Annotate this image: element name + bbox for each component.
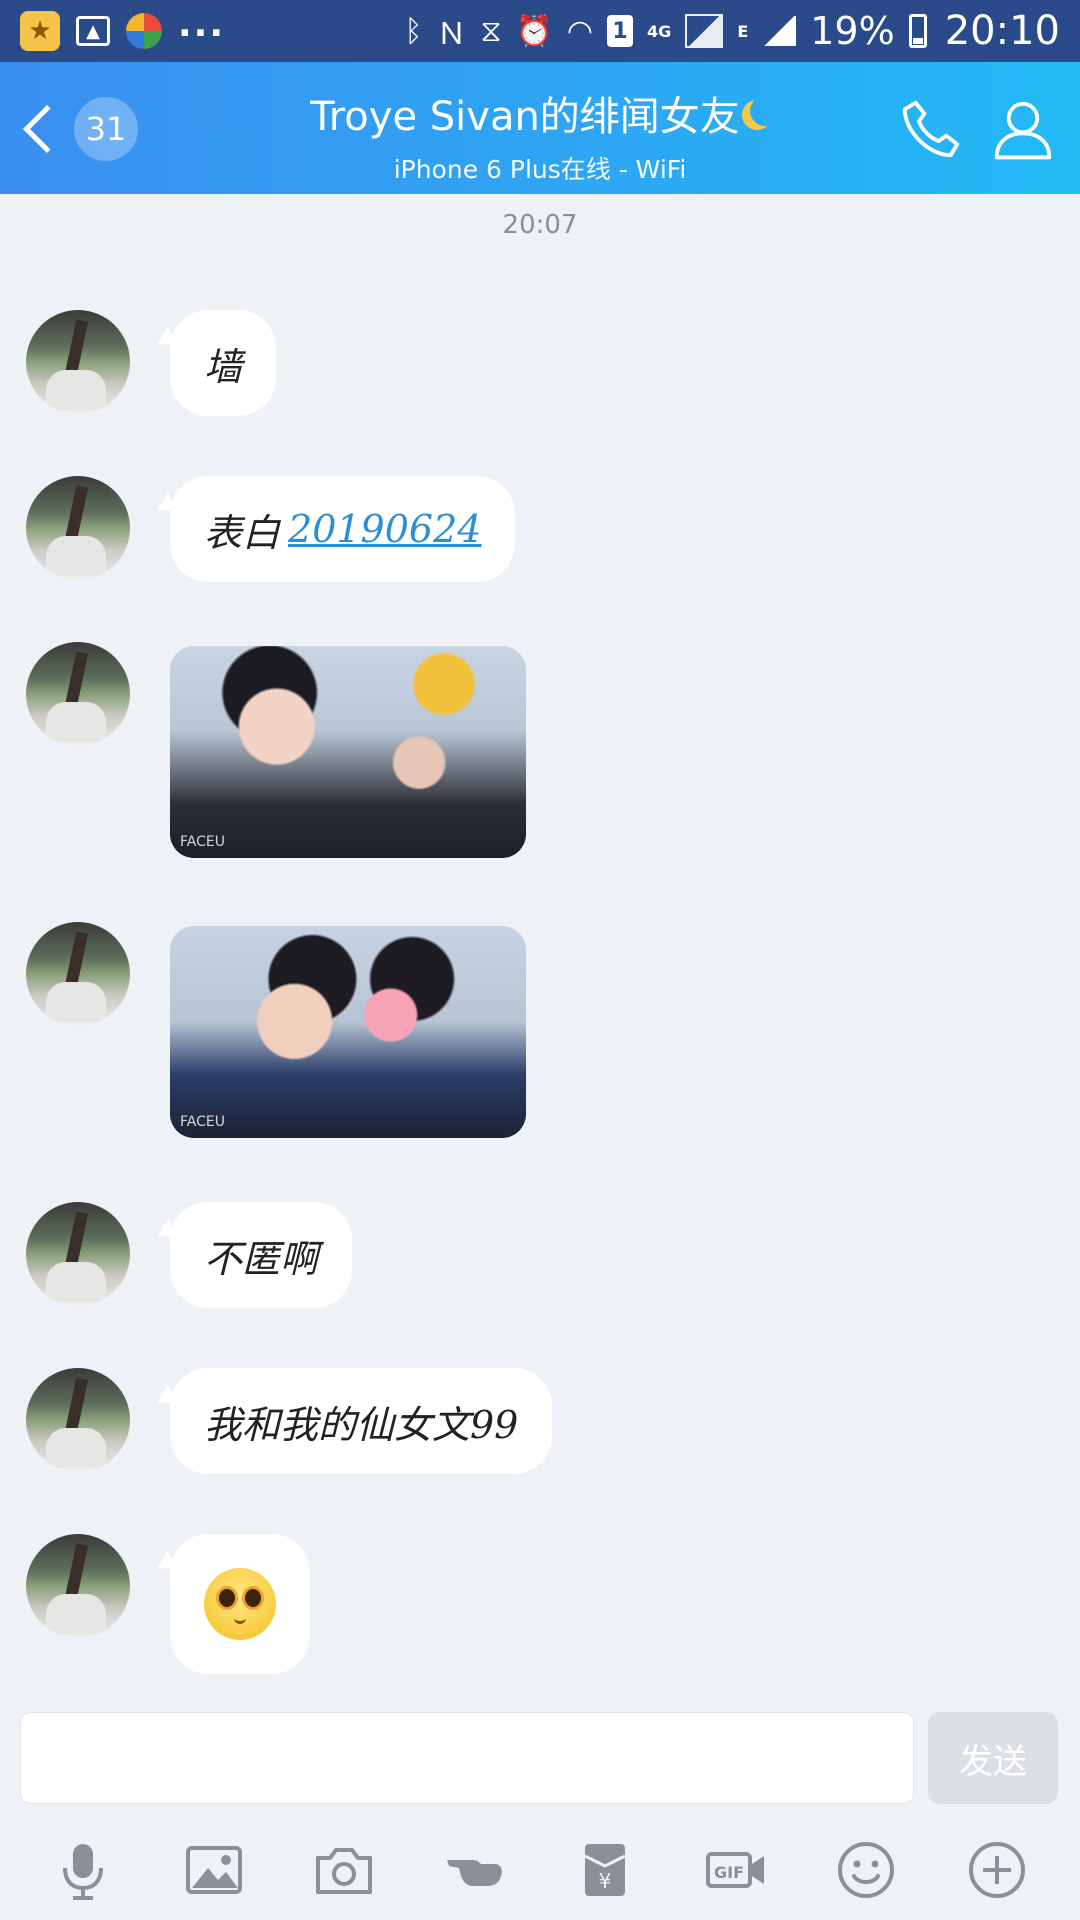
poke-button[interactable] bbox=[435, 1830, 515, 1910]
browser-notification-icon bbox=[126, 13, 162, 49]
network-4g-label: 4G bbox=[647, 21, 672, 41]
message-text: 我和我的仙女文99 bbox=[204, 1402, 519, 1447]
microphone-icon bbox=[63, 1844, 104, 1900]
poke-icon bbox=[446, 1860, 502, 1886]
signal-icon bbox=[685, 14, 724, 48]
message-link[interactable]: 20190624 bbox=[288, 507, 481, 551]
moon-icon bbox=[750, 96, 780, 126]
svg-text:¥: ¥ bbox=[599, 1869, 612, 1893]
avatar[interactable] bbox=[26, 1202, 130, 1306]
online-status: iPhone 6 Plus在线 - WiFi bbox=[393, 155, 687, 184]
call-button[interactable] bbox=[896, 94, 966, 164]
photo-picker-button[interactable] bbox=[174, 1830, 254, 1910]
photo-watermark: FACEU bbox=[180, 1114, 225, 1130]
bluetooth-icon: ᛒ bbox=[404, 13, 423, 49]
vibrate-icon: ⧖ bbox=[480, 13, 502, 49]
emoji-button[interactable] bbox=[826, 1830, 906, 1910]
message-text: 不匿啊 bbox=[204, 1236, 319, 1281]
red-packet-button[interactable]: ¥ bbox=[565, 1830, 645, 1910]
alarm-icon: ⏰ bbox=[515, 13, 553, 49]
wifi-icon: ◠ bbox=[566, 13, 594, 49]
message-timestamp: 20:07 bbox=[502, 210, 578, 240]
camera-icon bbox=[316, 1848, 373, 1894]
clock: 20:10 bbox=[944, 8, 1060, 54]
avatar[interactable] bbox=[26, 642, 130, 746]
emoji-icon bbox=[838, 1842, 895, 1898]
sim-icon: 1 bbox=[607, 15, 634, 47]
input-toolbar: ¥ GIF bbox=[0, 1820, 1080, 1920]
plus-icon bbox=[968, 1842, 1025, 1898]
message-text: 表白 bbox=[204, 510, 281, 555]
title-block[interactable]: Troye Sivan的绯闻女友 iPhone 6 Plus在线 - WiFi bbox=[200, 84, 880, 186]
input-bar: 发送 bbox=[0, 1700, 1080, 1820]
svg-text:GIF: GIF bbox=[714, 1863, 744, 1882]
status-bar: ★ ▲ ... ᛒ Ｎ ⧖ ⏰ ◠ 1 4G E 19% 20:10 bbox=[0, 0, 1080, 62]
chat-header: 31 Troye Sivan的绯闻女友 iPhone 6 Plus在线 - Wi… bbox=[0, 62, 1080, 194]
photo-message[interactable]: FACEU bbox=[170, 926, 526, 1138]
more-options-button[interactable] bbox=[957, 1830, 1037, 1910]
avatar[interactable] bbox=[26, 1368, 130, 1472]
person-icon bbox=[994, 101, 1052, 160]
avatar[interactable] bbox=[26, 1534, 130, 1638]
message-bubble[interactable]: 我和我的仙女文99 bbox=[170, 1368, 553, 1474]
more-notifications: ... bbox=[178, 3, 226, 45]
nfc-icon: Ｎ bbox=[436, 17, 467, 52]
gif-button[interactable]: GIF bbox=[696, 1830, 776, 1910]
chevron-left-icon bbox=[22, 104, 72, 154]
app-notification-icon: ★ bbox=[20, 11, 60, 51]
chat-title-text: Troye Sivan的绯闻女友 bbox=[310, 94, 740, 140]
image-icon bbox=[185, 1846, 242, 1894]
message-bubble[interactable]: 不匿啊 bbox=[170, 1202, 353, 1308]
shy-face-emoji-icon bbox=[204, 1568, 276, 1640]
unread-count-badge: 31 bbox=[74, 97, 138, 161]
avatar[interactable] bbox=[26, 310, 130, 414]
network-e-label: E bbox=[737, 21, 749, 41]
message-bubble[interactable]: 墙 bbox=[170, 310, 277, 416]
phone-icon bbox=[902, 100, 960, 158]
camera-button[interactable] bbox=[304, 1830, 384, 1910]
profile-button[interactable] bbox=[988, 94, 1058, 164]
photo-watermark: FACEU bbox=[180, 834, 225, 850]
battery-icon bbox=[908, 14, 927, 48]
emoji-message-bubble[interactable] bbox=[170, 1534, 310, 1674]
gif-icon: GIF bbox=[705, 1852, 764, 1888]
voice-button[interactable] bbox=[43, 1830, 123, 1910]
message-text: 墙 bbox=[204, 344, 243, 389]
back-button[interactable]: 31 bbox=[18, 96, 138, 162]
message-input[interactable] bbox=[20, 1712, 914, 1804]
avatar[interactable] bbox=[26, 922, 130, 1026]
message-bubble[interactable]: 表白 20190624 bbox=[170, 476, 516, 582]
signal-2-icon bbox=[762, 16, 797, 46]
chat-title: Troye Sivan的绯闻女友 bbox=[200, 84, 880, 142]
send-button[interactable]: 发送 bbox=[928, 1712, 1058, 1804]
gallery-notification-icon: ▲ bbox=[76, 16, 110, 46]
photo-message[interactable]: FACEU bbox=[170, 646, 526, 858]
avatar[interactable] bbox=[26, 476, 130, 580]
red-packet-icon: ¥ bbox=[584, 1844, 626, 1896]
battery-percent: 19% bbox=[810, 9, 895, 53]
